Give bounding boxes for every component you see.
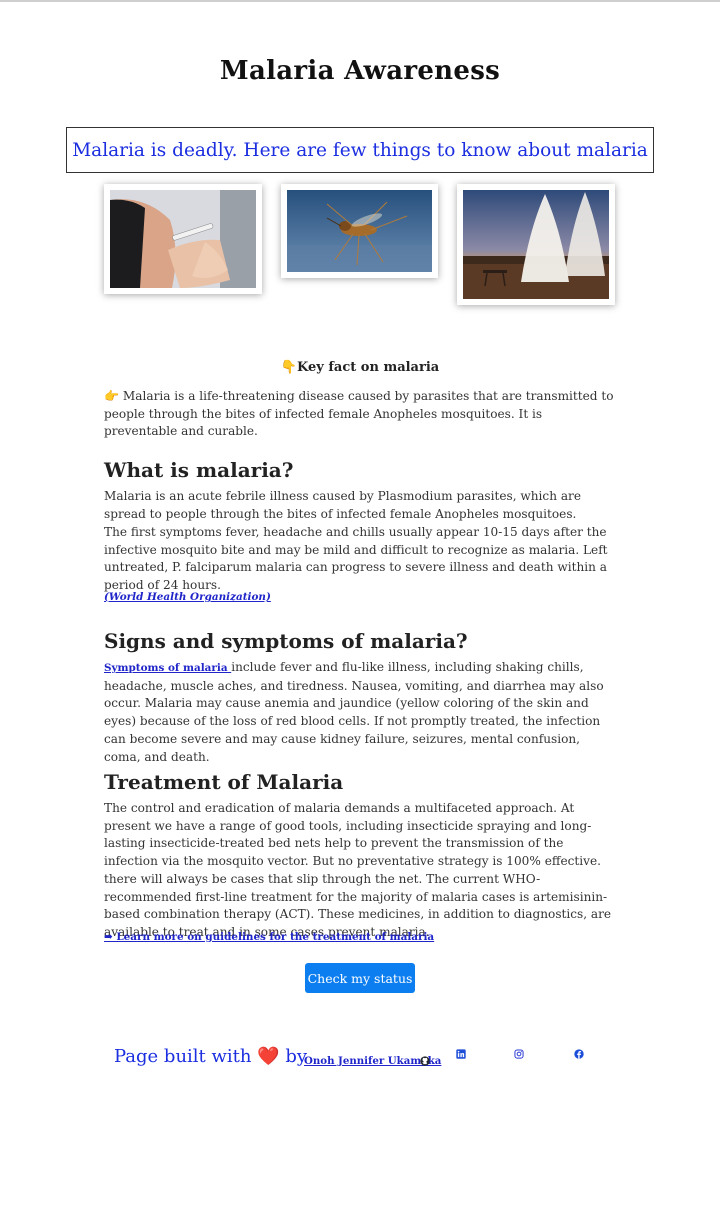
intro-banner: Malaria is deadly. Here are few things t… xyxy=(66,127,654,173)
banner-text: Malaria is deadly. Here are few things t… xyxy=(72,139,648,161)
vaccination-photo xyxy=(104,184,262,294)
treatment-heading: Treatment of Malaria xyxy=(104,770,344,794)
footer-by: by xyxy=(279,1046,308,1067)
key-fact-heading-text: Key fact on malaria xyxy=(296,360,440,375)
footer-prefix: Page built with xyxy=(114,1046,258,1067)
key-fact-heading: 👇Key fact on malaria xyxy=(0,360,720,375)
signs-heading: Signs and symptoms of malaria? xyxy=(104,629,468,653)
github-icon[interactable] xyxy=(420,1056,430,1066)
pointing-down-icon: 👇 xyxy=(280,360,297,375)
bed-nets-photo xyxy=(457,184,615,305)
footer-credit: Page built with ❤️ by xyxy=(114,1046,307,1067)
treatment-paragraph: The control and eradication of malaria d… xyxy=(104,801,612,939)
pointing-right-icon: 👉 xyxy=(104,389,120,403)
who-source-link[interactable]: (World Health Organization) xyxy=(104,591,271,603)
what-heading: What is malaria? xyxy=(104,458,294,482)
signs-paragraph: Symptoms of malaria include fever and fl… xyxy=(104,659,616,766)
key-fact-body: Malaria is a life-threatening disease ca… xyxy=(104,389,614,439)
what-paragraph-1: Malaria is an acute febrile illness caus… xyxy=(104,489,581,521)
linkedin-icon[interactable] xyxy=(456,1049,466,1059)
key-fact-text: 👉 Malaria is a life-threatening disease … xyxy=(104,388,616,441)
bed-nets-image xyxy=(463,190,609,299)
mosquito-photo xyxy=(281,184,438,278)
mosquito-image xyxy=(287,190,432,272)
signs-text: include fever and flu-like illness, incl… xyxy=(104,660,604,764)
vaccination-image xyxy=(110,190,256,288)
top-divider xyxy=(0,0,720,2)
what-paragraph-2: The first symptoms fever, headache and c… xyxy=(104,525,608,593)
symptoms-link[interactable]: Symptoms of malaria xyxy=(104,662,231,674)
check-status-button[interactable]: Check my status xyxy=(305,963,415,993)
heart-icon: ❤️ xyxy=(257,1046,280,1067)
page-title: Malaria Awareness xyxy=(219,56,501,86)
instagram-icon[interactable] xyxy=(514,1049,524,1059)
facebook-icon[interactable] xyxy=(574,1049,584,1059)
treatment-guidelines-link[interactable]: ➡ Learn more on guidelines for the treat… xyxy=(104,931,434,943)
